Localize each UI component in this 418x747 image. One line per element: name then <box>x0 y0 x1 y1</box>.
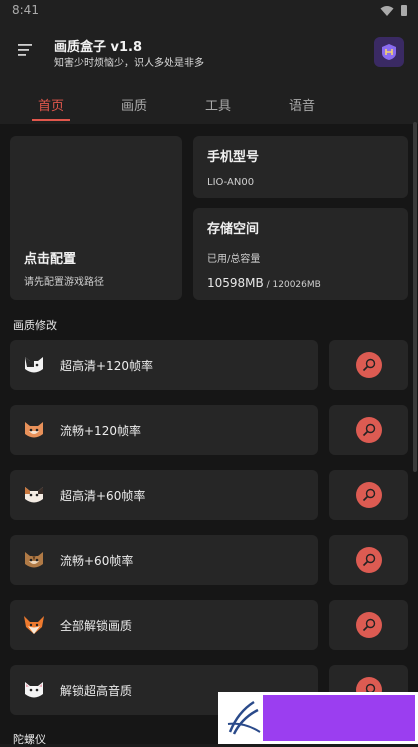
section-title-quality: 画质修改 <box>13 319 57 332</box>
ad-logo-icon <box>227 700 261 735</box>
storage-card: 存储空间 已用/总容量 10598MB / 120026MB <box>193 208 408 300</box>
storage-total: / 120026MB <box>263 280 321 290</box>
tab-bar: 首页 画质 工具 语音 <box>0 86 418 124</box>
quality-item-label: 超高清+120帧率 <box>60 359 153 373</box>
tab-home[interactable]: 首页 <box>21 95 81 114</box>
status-time: 8:41 <box>12 3 39 17</box>
ad-overlay[interactable] <box>218 692 418 744</box>
app-title: 画质盒子 v1.8 <box>54 40 143 55</box>
quality-item-label: 流畅+120帧率 <box>60 424 141 438</box>
storage-used: 10598MB <box>207 276 264 290</box>
tab-quality[interactable]: 画质 <box>104 95 164 114</box>
cat-face-orange-icon <box>25 422 43 438</box>
ad-banner[interactable] <box>263 695 415 741</box>
quality-item-label: 超高清+60帧率 <box>60 489 146 503</box>
button-circle <box>356 547 382 573</box>
quality-apply-button[interactable] <box>329 535 408 585</box>
menu-icon[interactable] <box>18 43 34 57</box>
tab-voice[interactable]: 语音 <box>272 95 332 114</box>
main-content: 点击配置 请先配置游戏路径 手机型号 LIO-AN00 存储空间 已用/总容量 … <box>0 124 418 746</box>
magnifier-icon <box>362 618 376 632</box>
tab-tools[interactable]: 工具 <box>188 95 248 114</box>
cat-face-calico-icon <box>25 487 43 503</box>
app-header: 画质盒子 v1.8 知害少时烦恼少，识人多处是非多 <box>0 24 418 86</box>
cat-face-black-icon <box>25 357 43 373</box>
phone-model-title: 手机型号 <box>207 150 260 165</box>
quality-item-label: 全部解锁画质 <box>60 619 133 633</box>
storage-value: 10598MB / 120026MB <box>207 276 321 290</box>
app-subtitle: 知害少时烦恼少，识人多处是非多 <box>54 58 204 69</box>
quality-apply-button[interactable] <box>329 405 408 455</box>
quality-item[interactable]: 超高清+120帧率 <box>10 340 318 390</box>
quality-apply-button[interactable] <box>329 600 408 650</box>
phone-model-card: 手机型号 LIO-AN00 <box>193 136 408 198</box>
magnifier-icon <box>362 553 376 567</box>
quality-apply-button[interactable] <box>329 470 408 520</box>
battery-icon <box>401 5 407 16</box>
storage-title: 存储空间 <box>207 222 260 237</box>
storage-label: 已用/总容量 <box>207 254 261 265</box>
cat-face-white-icon <box>25 682 43 698</box>
cat-face-tabby-icon <box>25 552 43 568</box>
button-circle <box>356 417 382 443</box>
magnifier-icon <box>362 488 376 502</box>
section-title-gyro: 陀螺仪 <box>13 733 46 746</box>
magnifier-icon <box>362 358 376 372</box>
fox-face-icon <box>24 616 44 634</box>
quality-item-label: 解锁超高音质 <box>60 684 133 698</box>
quality-item[interactable]: 流畅+60帧率 <box>10 535 318 585</box>
app-logo-button[interactable] <box>374 37 404 67</box>
button-circle <box>356 482 382 508</box>
tab-indicator <box>32 119 70 121</box>
config-subtitle: 请先配置游戏路径 <box>24 277 104 288</box>
button-circle <box>356 352 382 378</box>
scrollbar[interactable] <box>413 122 417 472</box>
quality-item[interactable]: 超高清+60帧率 <box>10 470 318 520</box>
status-icons <box>380 4 408 17</box>
config-title: 点击配置 <box>24 252 77 267</box>
button-circle <box>356 612 382 638</box>
quality-apply-button[interactable] <box>329 340 408 390</box>
wifi-icon <box>380 5 394 16</box>
quality-item[interactable]: 流畅+120帧率 <box>10 405 318 455</box>
magnifier-icon <box>362 423 376 437</box>
status-bar: 8:41 <box>0 0 418 24</box>
quality-item-label: 流畅+60帧率 <box>60 554 134 568</box>
config-card[interactable]: 点击配置 请先配置游戏路径 <box>10 136 182 300</box>
quality-item[interactable]: 全部解锁画质 <box>10 600 318 650</box>
phone-model-value: LIO-AN00 <box>207 177 255 188</box>
game-logo-icon <box>382 44 396 60</box>
